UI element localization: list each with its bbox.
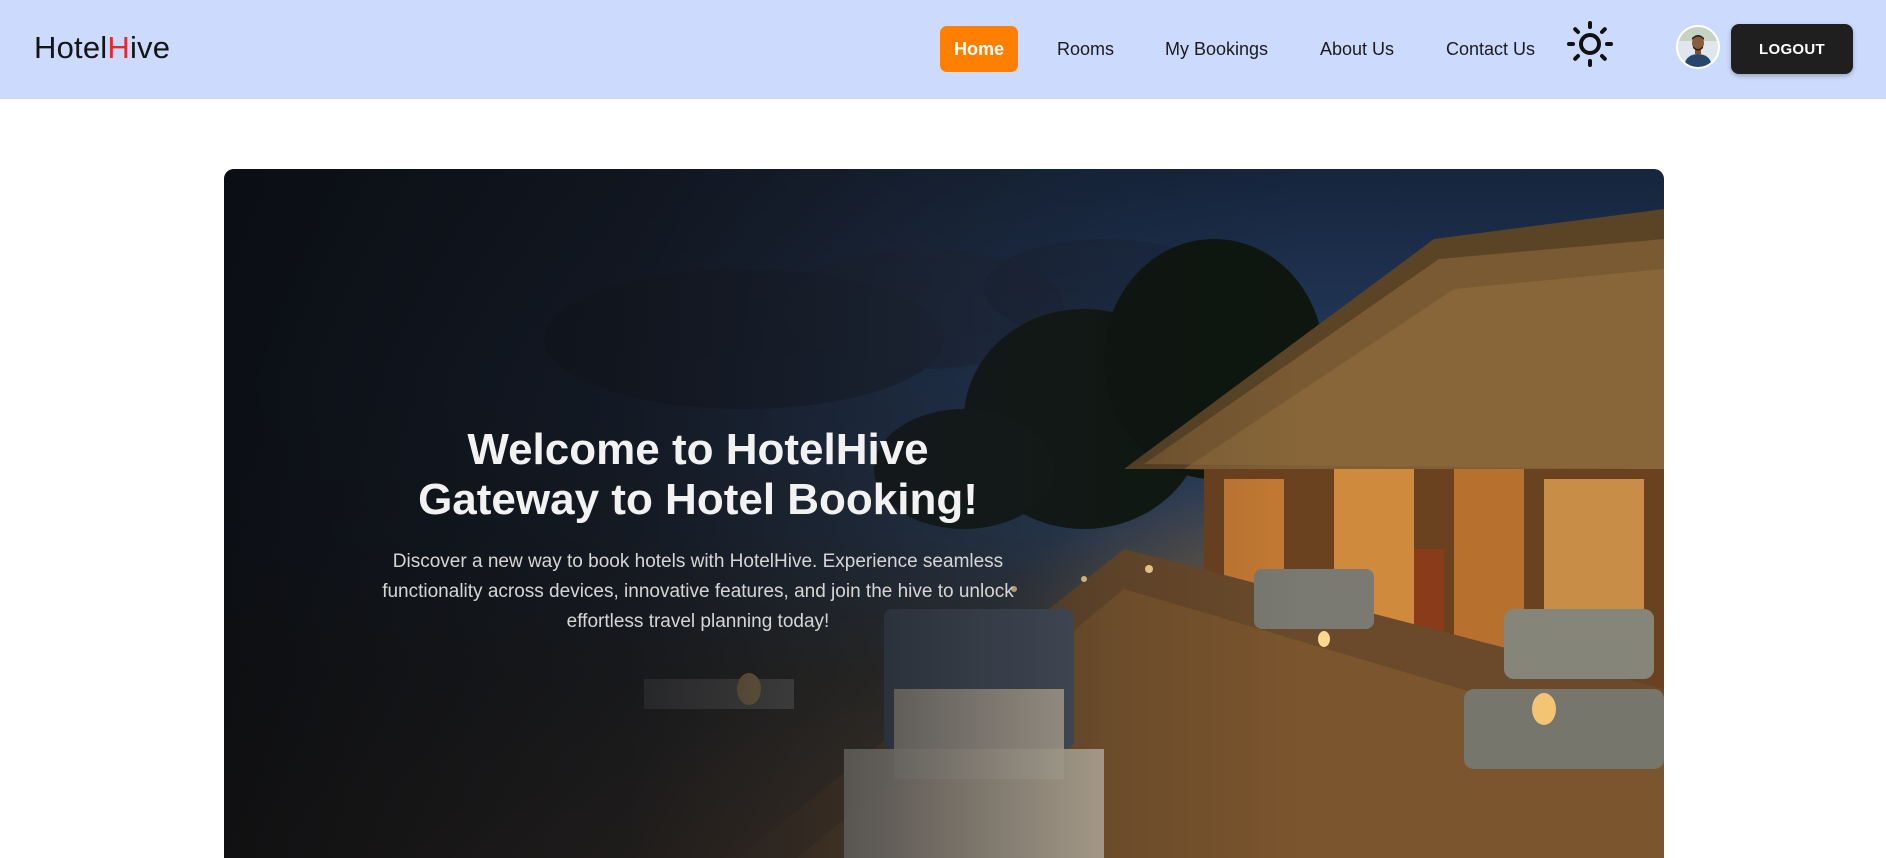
theme-toggle-button[interactable] xyxy=(1566,20,1614,68)
brand-logo[interactable]: HotelHive xyxy=(34,30,170,66)
hero-title-line2: Gateway to Hotel Booking! xyxy=(418,475,978,524)
hero-banner: Welcome to HotelHive Gateway to Hotel Bo… xyxy=(224,169,1664,858)
hero-subtitle: Discover a new way to book hotels with H… xyxy=(382,551,1014,632)
user-avatar[interactable] xyxy=(1676,25,1720,69)
hero-content: Welcome to HotelHive Gateway to Hotel Bo… xyxy=(350,425,1046,637)
nav-item-rooms[interactable]: Rooms xyxy=(1042,26,1129,72)
user-photo xyxy=(1678,27,1718,67)
nav-item-home[interactable]: Home xyxy=(940,26,1018,72)
sun-icon xyxy=(1567,21,1613,67)
brand-accent-letter: H xyxy=(107,30,130,65)
nav-item-about-us[interactable]: About Us xyxy=(1305,26,1409,72)
brand-suffix: ive xyxy=(129,30,171,65)
nav-item-my-bookings[interactable]: My Bookings xyxy=(1150,26,1283,72)
logout-button[interactable]: LOGOUT xyxy=(1731,24,1853,74)
hero-title: Welcome to HotelHive Gateway to Hotel Bo… xyxy=(350,425,1046,525)
navbar: HotelHive Home Rooms My Bookings About U… xyxy=(0,0,1886,99)
hero-title-line1: Welcome to HotelHive xyxy=(467,425,929,474)
nav-item-contact-us[interactable]: Contact Us xyxy=(1431,26,1550,72)
brand-prefix: Hotel xyxy=(34,30,108,65)
